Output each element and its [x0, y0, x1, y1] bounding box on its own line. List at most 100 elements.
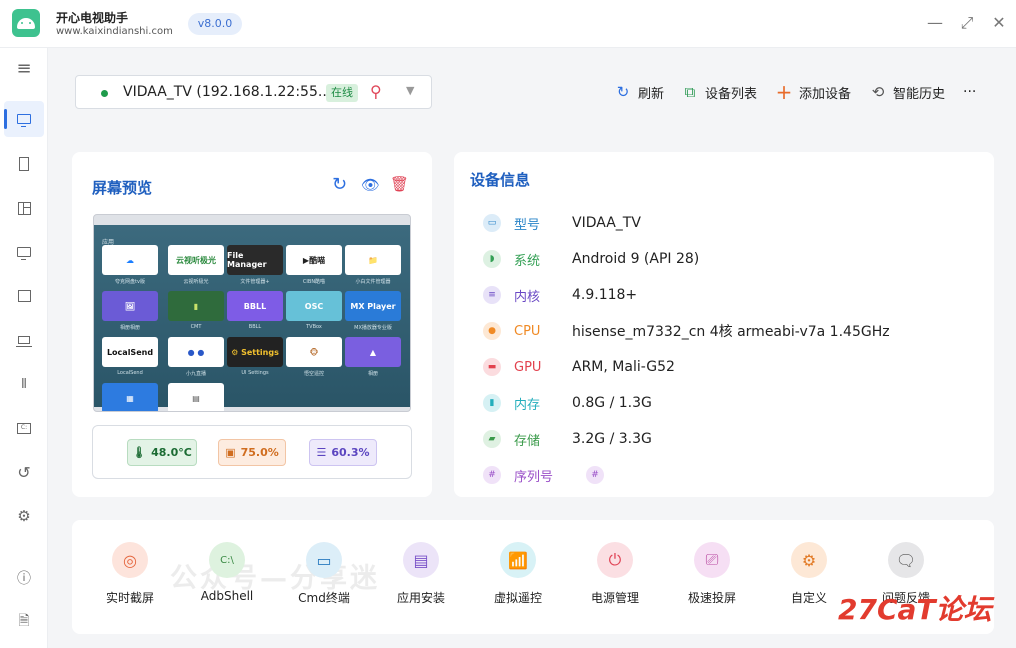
tool-button[interactable]: ⎚ 极速投屏: [672, 542, 752, 612]
sidebar-item-history[interactable]: ↺: [12, 460, 36, 484]
feedback-icon: 🗨: [888, 542, 924, 578]
sidebar-item-door[interactable]: [12, 152, 36, 176]
custom-gear-icon: ⚙: [791, 542, 827, 578]
tool-button[interactable]: ▤ 应用安装: [381, 542, 461, 612]
tool-button[interactable]: ⏻ 电源管理: [575, 542, 655, 612]
info-value: 0.8G / 1.3G: [572, 395, 652, 411]
gpu-icon: ▬: [483, 358, 501, 376]
tv-app-tile[interactable]: ▲: [345, 337, 401, 367]
sidebar-item-about[interactable]: ⓘ: [12, 566, 36, 590]
maximize-button[interactable]: ⤢: [956, 12, 978, 34]
tool-button[interactable]: ◎ 实时截屏: [90, 542, 170, 612]
eye-icon[interactable]: 👁: [361, 176, 380, 194]
door-icon: [19, 157, 29, 171]
sidebar-item-cmd[interactable]: C:: [12, 416, 36, 440]
tool-label: 极速投屏: [687, 591, 736, 605]
sidebar-item-settings[interactable]: ⚙: [12, 504, 36, 528]
device-list-label: 设备列表: [705, 86, 758, 102]
tv-app-tile[interactable]: LocalSend: [102, 337, 158, 367]
android-logo-icon: [12, 9, 40, 37]
info-value: 3.2G / 3.3G: [572, 431, 652, 447]
tool-button[interactable]: ▭ Cmd终端: [284, 542, 364, 612]
plus-icon: +: [775, 80, 793, 104]
sidebar-item-screen[interactable]: [12, 240, 36, 264]
cpu-icon: ●: [483, 322, 501, 340]
tv-app-tile[interactable]: 📁: [345, 245, 401, 275]
info-key: 内存: [514, 397, 541, 413]
info-row: ▭ 型号 VIDAA_TV: [483, 213, 641, 233]
smart-history-button[interactable]: ⟲ 智能历史: [869, 82, 945, 102]
tv-app-tile[interactable]: ● ●: [168, 337, 224, 367]
tv-app-tile[interactable]: ▤: [168, 383, 224, 411]
tv-app-tile[interactable]: ▶酷喵: [286, 245, 342, 275]
info-value: 4.9.118+: [572, 287, 638, 303]
tool-button[interactable]: 📶 虚拟遥控: [478, 542, 558, 612]
app-name: 开心电视助手: [56, 11, 129, 25]
sidebar-item-device[interactable]: [12, 107, 36, 131]
info-title: 设备信息: [470, 171, 531, 189]
monitor-icon: [17, 114, 31, 127]
app-url: www.kaixindianshi.com: [56, 26, 173, 37]
sidebar-item-chart[interactable]: [12, 284, 36, 308]
refresh-preview-icon[interactable]: ↻: [332, 174, 347, 195]
tool-label: AdbShell: [200, 589, 254, 603]
cpu-usage-value: 75.0%: [240, 446, 279, 459]
sidebar-item-layout[interactable]: [12, 196, 36, 220]
shell-icon: C:\: [209, 542, 245, 578]
info-row: ▰ 存储 3.2G / 3.3G: [483, 429, 652, 449]
info-value: hisense_m7332_cn 4核 armeabi-v7a 1.45GHz: [572, 324, 890, 340]
temperature-value: 48.0°C: [151, 446, 192, 459]
tv-app-tile[interactable]: OSC: [286, 291, 342, 321]
refresh-button[interactable]: ↻ 刷新: [614, 82, 664, 102]
tv-screen-preview[interactable]: 应用 ☁ 夸克网盘tv版 云视听极光 云视听极光 File Manager 文件管理器+ ▶…: [93, 214, 411, 412]
temperature-stat: 🌡 48.0°C: [127, 439, 197, 466]
tv-app-tile[interactable]: ▦: [102, 383, 158, 411]
tv-app-tile[interactable]: ⚙ Settings: [227, 337, 283, 367]
sidebar-item-laptop[interactable]: [12, 328, 36, 352]
device-list-button[interactable]: ⧉ 设备列表: [681, 82, 757, 102]
close-button[interactable]: ✕: [988, 12, 1010, 34]
tool-button[interactable]: ⚙ 自定义: [769, 542, 849, 612]
info-value: ARM, Mali-G52: [572, 359, 675, 375]
smart-history-label: 智能历史: [893, 86, 946, 102]
restore-icon: ↺: [17, 462, 31, 482]
preview-title: 屏幕预览: [92, 179, 153, 197]
info-key: 型号: [514, 217, 541, 233]
more-button[interactable]: ···: [963, 82, 976, 102]
camera-icon: ◎: [112, 542, 148, 578]
tv-app-tile[interactable]: 云视听极光: [168, 245, 224, 275]
sidebar: ≡ ⫴ C: ↺ ⚙ ⓘ 🗎: [0, 48, 48, 648]
tool-label: Cmd终端: [298, 591, 350, 605]
tv-app-label: 夸克网盘tv版: [115, 279, 145, 285]
title-bar: 开心电视助手 www.kaixindianshi.com v8.0.0 — ⤢ …: [0, 0, 1016, 48]
install-icon: ▤: [403, 542, 439, 578]
tv-app-tile[interactable]: 🐵: [286, 337, 342, 367]
tv-app-tile[interactable]: File Manager: [227, 245, 283, 275]
tv-app-tile[interactable]: 🖼: [102, 291, 158, 321]
disconnect-link-icon[interactable]: ⚲: [370, 82, 382, 101]
info-key: 序列号: [514, 469, 554, 485]
sidebar-item-docs[interactable]: 🗎: [12, 610, 36, 634]
serial-icon: #: [483, 466, 501, 484]
minimize-button[interactable]: —: [924, 12, 946, 34]
tool-label: 电源管理: [590, 591, 639, 605]
tv-app-tile[interactable]: ☁: [102, 245, 158, 275]
tool-label: 虚拟遥控: [493, 591, 542, 605]
tv-app-tile[interactable]: MX Player: [345, 291, 401, 321]
cpu-icon: ▣: [225, 446, 236, 459]
memory-usage-value: 60.3%: [331, 446, 370, 459]
screen-cast-icon: [17, 247, 31, 260]
forum-watermark: 27CaT论坛: [838, 593, 992, 626]
tv-app-tile[interactable]: BBLL: [227, 291, 283, 321]
add-device-button[interactable]: + 添加设备: [775, 80, 851, 104]
sidebar-item-tools[interactable]: ⫴: [12, 372, 36, 396]
tool-button[interactable]: C:\ AdbShell: [187, 542, 267, 612]
version-badge: v8.0.0: [188, 13, 242, 35]
tv-app-tile[interactable]: ▮: [168, 291, 224, 321]
device-select[interactable]: VIDAA_TV (192.168.1.22:55... 在线 ⚲ ▼: [75, 75, 432, 109]
hamburger-menu-icon[interactable]: ≡: [12, 56, 36, 80]
memory-usage-stat: ☰ 60.3%: [309, 439, 377, 466]
trash-icon[interactable]: 🗑: [390, 175, 409, 193]
tv-app-label: 相册相册: [119, 325, 140, 331]
info-row: ◗ 系统 Android 9 (API 28): [483, 249, 699, 269]
